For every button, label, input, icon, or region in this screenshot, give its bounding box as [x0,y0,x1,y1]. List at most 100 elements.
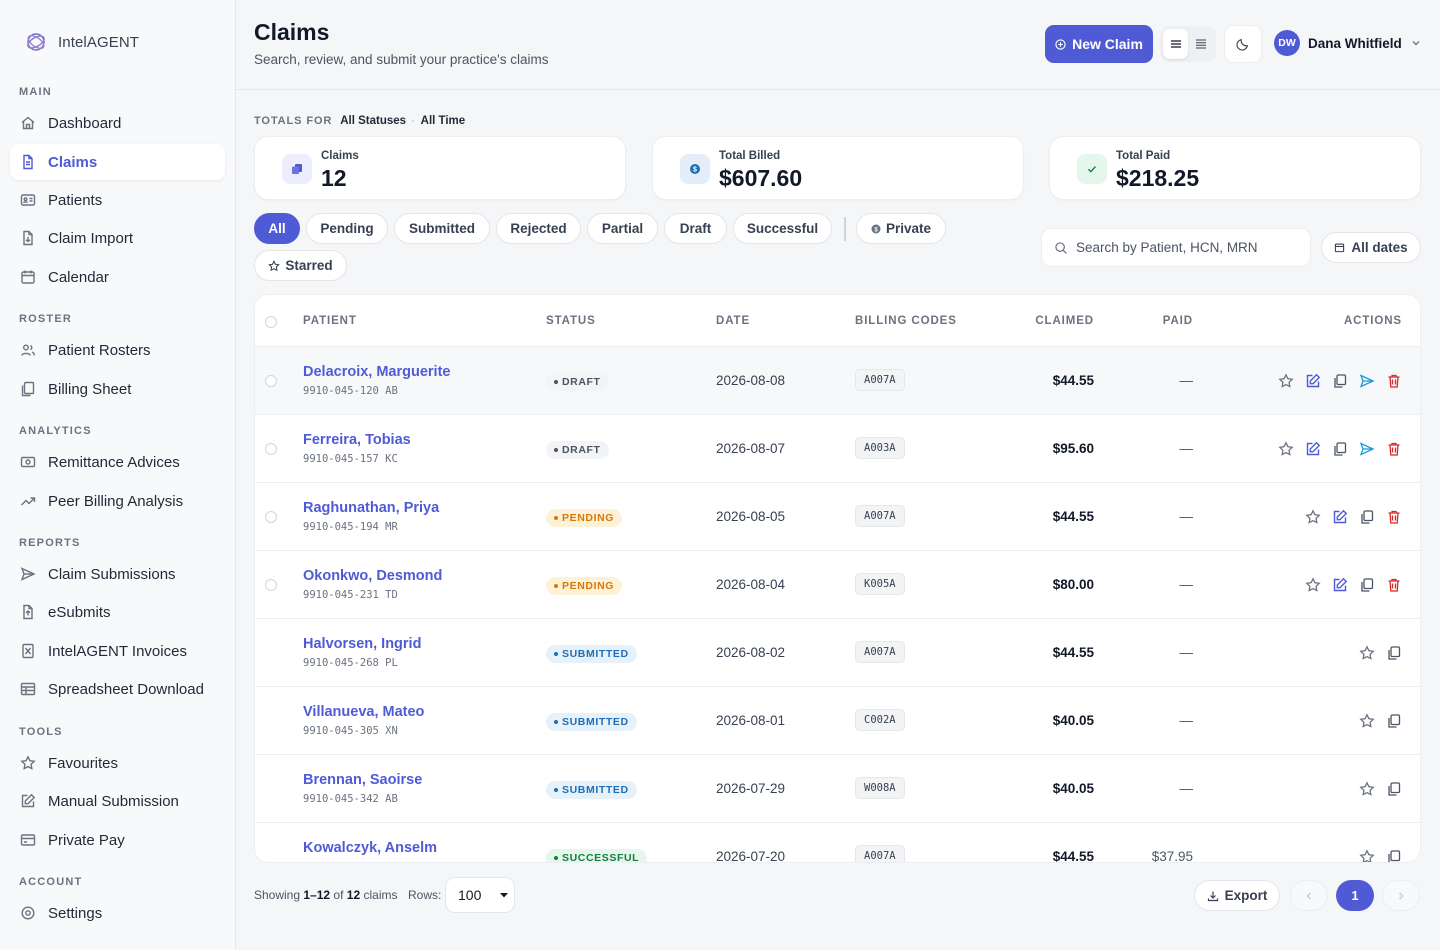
claim-date: 2026-08-07 [716,441,786,456]
patient-name-link[interactable]: Kowalczyk, Anselm [303,840,437,856]
select-all-checkbox[interactable] [265,316,277,328]
row-checkbox[interactable] [265,511,277,523]
send-icon [20,567,36,581]
star-icon[interactable] [1359,645,1375,661]
filter-partial[interactable]: Partial [587,213,658,244]
previous-page-button[interactable] [1290,880,1328,911]
patient-name-link[interactable]: Okonkwo, Desmond [303,568,442,584]
user-menu[interactable]: DW Dana Whitfield [1274,30,1422,56]
filter-successful[interactable]: Successful [733,213,832,244]
table-row[interactable]: Brennan, Saoirse 9910-045-342 AB SUBMITT… [255,755,1420,823]
search-input[interactable] [1076,240,1296,255]
send-icon[interactable] [1359,441,1375,457]
sidebar-item-manual-submission[interactable]: Manual Submission [10,783,225,819]
sidebar-item-patients[interactable]: Patients [10,182,225,218]
row-actions [1278,373,1402,389]
table-row[interactable]: Villanueva, Mateo 9910-045-305 XN SUBMIT… [255,687,1420,755]
star-icon[interactable] [1278,373,1294,389]
row-checkbox[interactable] [265,579,277,591]
duplicate-icon[interactable] [1386,645,1402,661]
sidebar-item-dashboard[interactable]: Dashboard [10,105,225,141]
filter-draft[interactable]: Draft [664,213,727,244]
table-row[interactable]: Ferreira, Tobias 9910-045-157 KC DRAFT 2… [255,415,1420,483]
star-icon[interactable] [1305,577,1321,593]
compact-view-button[interactable] [1188,29,1213,59]
duplicate-icon[interactable] [1332,441,1348,457]
new-claim-label: New Claim [1072,36,1143,52]
date-filter-button[interactable]: All dates [1321,232,1421,263]
star-icon[interactable] [1278,441,1294,457]
filter-rejected[interactable]: Rejected [496,213,581,244]
sidebar-item-favourites[interactable]: Favourites [10,745,225,781]
next-page-button[interactable] [1382,880,1420,911]
patient-name-link[interactable]: Raghunathan, Priya [303,500,439,516]
duplicate-icon[interactable] [1386,713,1402,729]
sidebar-item-claims[interactable]: Claims [10,144,225,180]
theme-toggle-button[interactable] [1224,25,1262,63]
table-header: PATIENT STATUS DATE BILLING CODES CLAIME… [255,295,1420,347]
duplicate-icon[interactable] [1359,577,1375,593]
patient-name-link[interactable]: Delacroix, Marguerite [303,364,450,380]
duplicate-icon[interactable] [1359,509,1375,525]
filter-submitted[interactable]: Submitted [394,213,490,244]
table-row[interactable]: Halvorsen, Ingrid 9910-045-268 PL SUBMIT… [255,619,1420,687]
duplicate-icon[interactable] [1386,781,1402,797]
column-header-date[interactable]: DATE [716,315,750,327]
list-view-button[interactable] [1163,29,1188,59]
sidebar-item-calendar[interactable]: Calendar [10,259,225,295]
column-header-paid[interactable]: PAID [1163,315,1193,327]
trash-icon[interactable] [1386,441,1402,457]
sidebar-item-esubmits[interactable]: eSubmits [10,594,225,630]
chevron-down-icon [1412,41,1420,46]
duplicate-icon[interactable] [1386,849,1402,863]
patient-name-link[interactable]: Villanueva, Mateo [303,704,424,720]
star-icon[interactable] [1359,849,1375,863]
sidebar-item-claim-submissions[interactable]: Claim Submissions [10,556,225,592]
user-name: Dana Whitfield [1308,35,1402,51]
sidebar-item-claim-import[interactable]: Claim Import [10,220,225,256]
rows-per-page-select[interactable]: 100 [445,877,515,913]
column-header-status[interactable]: STATUS [546,315,596,327]
duplicate-icon[interactable] [1332,373,1348,389]
edit-icon[interactable] [1332,509,1348,525]
column-header-claimed[interactable]: CLAIMED [1035,315,1094,327]
trash-icon[interactable] [1386,577,1402,593]
patient-name-link[interactable]: Ferreira, Tobias [303,432,411,448]
claim-date: 2026-08-04 [716,577,786,592]
row-checkbox[interactable] [265,375,277,387]
table-row[interactable]: Kowalczyk, Anselm 9910-045-379 EF SUCCES… [255,823,1420,863]
patient-name-link[interactable]: Halvorsen, Ingrid [303,636,421,652]
sidebar-item-billing-sheet[interactable]: Billing Sheet [10,371,225,407]
star-icon[interactable] [1359,781,1375,797]
new-claim-button[interactable]: New Claim [1045,25,1153,63]
table-row[interactable]: Raghunathan, Priya 9910-045-194 MR PENDI… [255,483,1420,551]
filter-starred[interactable]: Starred [254,250,347,281]
billing-code: A007A [855,641,905,663]
sidebar-item-remittance-advices[interactable]: Remittance Advices [10,444,225,480]
trash-icon[interactable] [1386,509,1402,525]
sidebar-item-private-pay[interactable]: Private Pay [10,822,225,858]
edit-icon[interactable] [1305,373,1321,389]
patient-name-link[interactable]: Brennan, Saoirse [303,772,422,788]
sidebar-item-peer-billing-analysis[interactable]: Peer Billing Analysis [10,483,225,519]
brand[interactable]: IntelAGENT [24,30,139,54]
trash-icon[interactable] [1386,373,1402,389]
filter-pending[interactable]: Pending [306,213,388,244]
filter-all[interactable]: All [254,213,300,244]
sidebar-item-spreadsheet-download[interactable]: Spreadsheet Download [10,671,225,707]
star-icon[interactable] [1305,509,1321,525]
sidebar-item-intelagent-invoices[interactable]: IntelAGENT Invoices [10,633,225,669]
filter-private[interactable]: $ Private [856,213,946,244]
export-button[interactable]: Export [1194,880,1280,911]
send-icon[interactable] [1359,373,1375,389]
sidebar-item-settings[interactable]: Settings [10,895,225,931]
table-row[interactable]: Okonkwo, Desmond 9910-045-231 TD PENDING… [255,551,1420,619]
edit-icon[interactable] [1332,577,1348,593]
table-row[interactable]: Delacroix, Marguerite 9910-045-120 AB DR… [255,347,1420,415]
star-icon[interactable] [1359,713,1375,729]
sidebar-item-patient-rosters[interactable]: Patient Rosters [10,332,225,368]
edit-icon[interactable] [1305,441,1321,457]
page-button-current[interactable]: 1 [1336,880,1374,911]
column-header-patient[interactable]: PATIENT [303,315,357,327]
row-checkbox[interactable] [265,443,277,455]
